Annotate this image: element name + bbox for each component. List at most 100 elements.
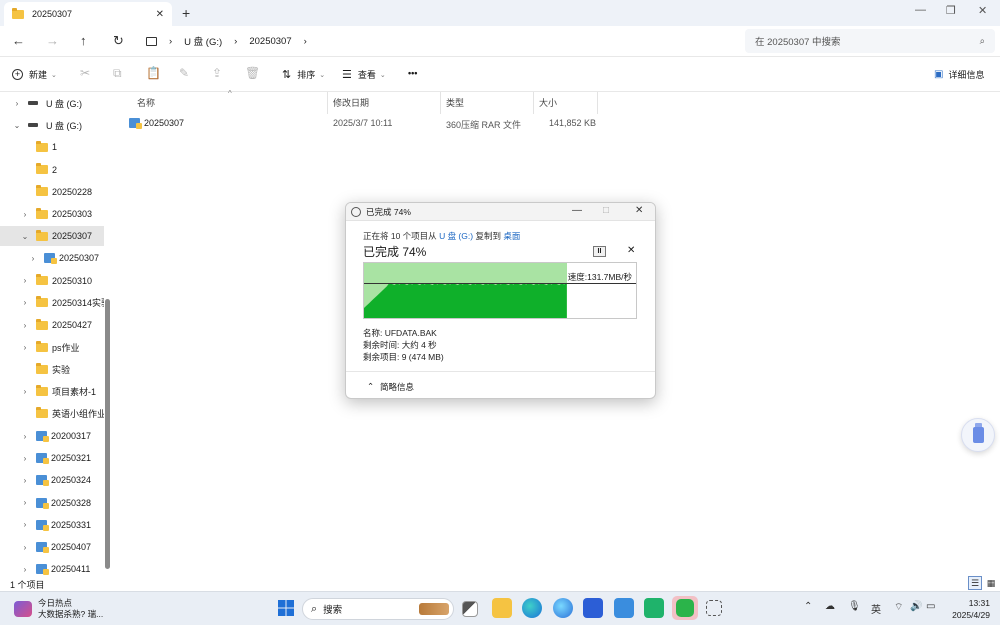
this-pc-icon[interactable] [146,36,157,46]
fewer-details-button[interactable]: 简略信息 [380,381,414,393]
sidebar-item[interactable]: › 20250321 [0,448,104,468]
chevron-icon[interactable]: ⌄ [20,232,30,241]
refresh-button[interactable]: ↻ [113,33,124,49]
column-divider[interactable] [440,92,441,114]
copy-button[interactable]: ⧉ [113,66,122,81]
task-view-icon[interactable] [462,601,478,617]
news-widget[interactable]: 今日热点 大数据杀熟? 瑞... [14,598,103,620]
input-method-indicator[interactable]: 英 [871,601,881,616]
breadcrumb[interactable]: › U 盘 (G:) › 20250307 › [146,29,736,53]
tab-close-icon[interactable]: ✕ [156,9,164,20]
edge-icon[interactable] [522,598,542,618]
chevron-icon[interactable]: › [12,99,22,108]
breadcrumb-chevron-icon[interactable]: › [234,36,237,47]
view-button[interactable]: ☰ 查看 ⌄ [342,68,386,81]
sidebar-item[interactable]: › 20200317 [0,426,104,446]
sidebar-item[interactable]: 英语小组作业 [0,404,104,424]
search-input[interactable]: 在 20250307 中搜索 ⌕ [745,29,995,53]
chevron-icon[interactable]: › [20,520,30,529]
chevron-icon[interactable]: ⌄ [12,121,22,130]
chevron-icon[interactable]: › [20,321,30,330]
rename-button[interactable]: ✎ [179,66,189,80]
sidebar-item[interactable]: › 20250427 [0,315,104,335]
tiles-view-button[interactable]: ▦ [984,576,998,590]
microphone-icon[interactable]: 🎙 [848,601,861,612]
system-clock[interactable]: 13:31 2025/4/29 [946,597,990,621]
breadcrumb-drive[interactable]: U 盘 (G:) [184,34,222,48]
column-header-type[interactable]: 类型 [446,96,464,109]
cloud-icon[interactable]: ☁ [825,601,835,612]
chevron-icon[interactable]: › [20,387,30,396]
new-tab-button[interactable]: + [182,5,190,21]
cancel-copy-button[interactable]: ✕ [627,245,635,256]
cut-button[interactable]: ✂ [80,66,90,80]
sidebar-item[interactable]: › ps作业 [0,337,104,357]
app-icon[interactable] [583,598,603,618]
taskbar-search[interactable]: ⌕ 搜索 [302,598,454,620]
chevron-icon[interactable]: › [20,343,30,352]
destination-link[interactable]: 桌面 [503,231,520,241]
details-view-button[interactable]: ☰ [968,576,982,590]
bird-app-icon[interactable] [614,598,634,618]
minimize-button[interactable]: — [915,4,926,16]
sidebar-item[interactable]: › 20250407 [0,537,104,557]
sidebar-item[interactable]: 实验 [0,359,104,379]
start-button[interactable] [276,598,296,618]
column-divider[interactable] [597,92,598,114]
sidebar-item[interactable]: › 20250324 [0,470,104,490]
sidebar-item[interactable]: › 20250331 [0,515,104,535]
sidebar-scrollbar[interactable] [105,299,110,569]
paste-button[interactable]: 📋 [146,66,161,80]
breadcrumb-chevron-icon[interactable]: › [304,36,307,47]
sidebar-item[interactable]: › 20250328 [0,493,104,513]
sidebar-item[interactable]: › 20250303 [0,204,104,224]
chevron-icon[interactable]: › [20,298,30,307]
sidebar-item[interactable]: 2 [0,160,104,180]
snipping-tool-icon[interactable] [706,600,722,616]
file-row[interactable]: 20250307 2025/3/7 10:11 360压缩 RAR 文件 141… [115,114,615,134]
chevron-icon[interactable]: › [20,498,30,507]
delete-button[interactable]: 🗑 [245,66,260,80]
sidebar-item[interactable]: › U 盘 (G:) [0,93,104,113]
sidebar-item[interactable]: › 20250307 [0,248,104,268]
sidebar-item[interactable]: ⌄ 20250307 [0,226,104,247]
up-button[interactable]: ↑ [80,33,87,48]
search-icon[interactable]: ⌕ [980,36,985,47]
new-button[interactable]: + 新建 ⌄ [12,68,57,81]
restore-button[interactable]: ❐ [946,4,956,17]
file-explorer-icon[interactable] [492,598,512,618]
column-header-name[interactable]: 名称 [137,96,155,109]
column-divider[interactable] [533,92,534,114]
source-link[interactable]: U 盘 (G:) [439,231,473,241]
column-header-date[interactable]: 修改日期 [333,96,369,109]
share-button[interactable]: ⇪ [212,66,222,80]
sidebar-item[interactable]: ⌄ U 盘 (G:) [0,115,104,135]
dialog-title-bar[interactable]: 已完成 74% — □ ✕ [346,203,655,221]
column-header-size[interactable]: 大小 [539,96,557,109]
store-app-icon[interactable] [644,598,664,618]
dialog-minimize-button[interactable]: — [572,205,582,216]
close-window-button[interactable]: ✕ [978,4,987,17]
sidebar-item[interactable]: 1 [0,137,104,157]
sidebar-item[interactable]: › 20250314实验三 [0,293,104,313]
forward-button[interactable]: → [46,33,59,48]
dialog-close-button[interactable]: ✕ [635,205,643,216]
chevron-icon[interactable]: › [20,476,30,485]
sidebar-item[interactable]: › 项目素材-1 [0,382,104,402]
more-options-button[interactable]: ••• [408,68,417,78]
pause-button[interactable]: II [593,246,606,257]
chevron-icon[interactable]: › [20,210,30,219]
breadcrumb-folder[interactable]: 20250307 [249,36,291,47]
usb-drive-widget[interactable] [961,418,995,452]
dialog-maximize-button[interactable]: □ [603,205,609,216]
chevron-icon[interactable]: › [20,454,30,463]
chevron-icon[interactable]: › [20,565,30,574]
chevron-icon[interactable]: › [20,432,30,441]
breadcrumb-chevron-icon[interactable]: › [169,36,172,47]
battery-icon[interactable]: ▭ [926,601,935,612]
wechat-active-tile[interactable] [672,596,698,620]
tray-chevron-icon[interactable]: ⌃ [804,601,812,612]
chevron-up-icon[interactable]: ⌃ [367,381,374,392]
tab-20250307[interactable]: 20250307 ✕ [4,2,172,26]
back-button[interactable]: ← [12,33,25,48]
